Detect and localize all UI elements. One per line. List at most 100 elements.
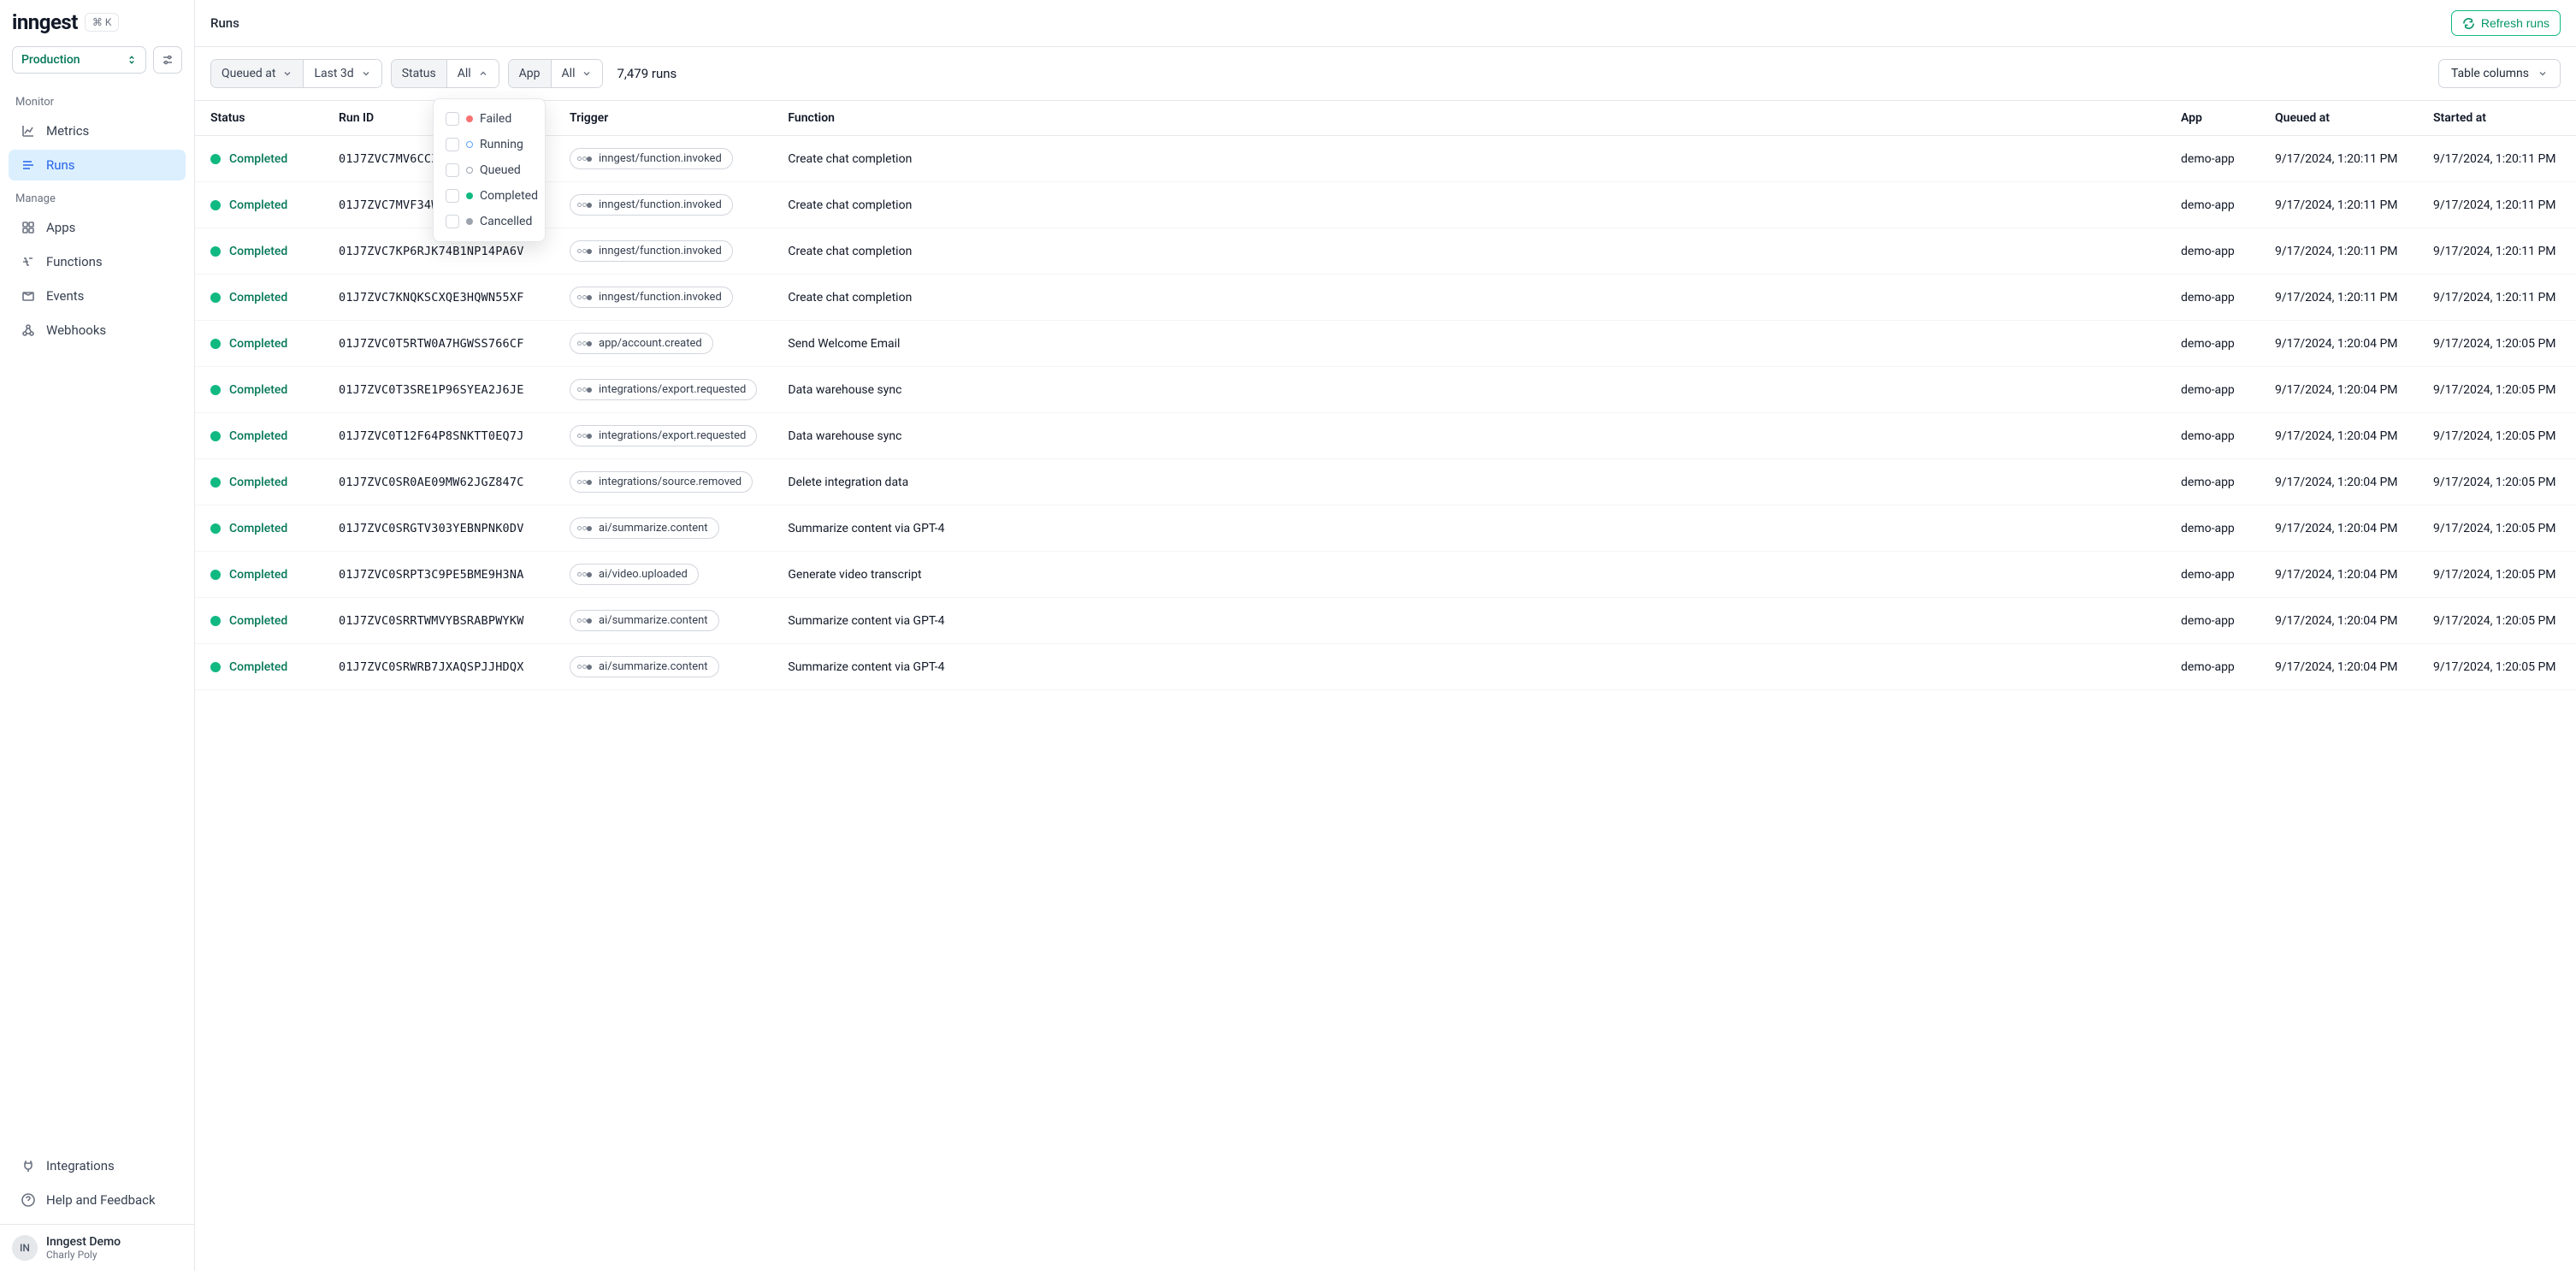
refresh-runs-button[interactable]: Refresh runs [2451,10,2561,36]
user-menu[interactable]: IN Inngest Demo Charly Poly [0,1225,194,1271]
table-row[interactable]: Completed01J7ZVC0T3SRE1P96SYEA2J6JEinteg… [195,367,2576,413]
column-header[interactable]: Status [195,101,323,136]
function-name: Delete integration data [772,459,2165,505]
checkbox[interactable] [446,189,459,203]
started-at: 9/17/2024, 1:20:05 PM [2418,505,2576,552]
queued-at: 9/17/2024, 1:20:04 PM [2260,598,2418,644]
environment-select[interactable]: Production [12,46,146,74]
function-name: Create chat completion [772,275,2165,321]
queued-at: 9/17/2024, 1:20:04 PM [2260,505,2418,552]
table-row[interactable]: Completed01J7ZVC0SRWRB7JXAQSPJJHDQXai/su… [195,644,2576,690]
status-option-cancelled[interactable]: Cancelled [440,209,538,234]
status-option-completed[interactable]: Completed [440,183,538,209]
filter-queued-label: Queued at [222,67,275,80]
table-row[interactable]: Completed01J7ZVC0SRRTWMVYBSRABPWYKWai/su… [195,598,2576,644]
brand-logo[interactable]: inngest [12,10,78,34]
status-option-failed[interactable]: Failed [440,106,538,132]
trigger-pill[interactable]: inngest/function.invoked [570,148,733,169]
filter-status-label: Status [402,67,436,80]
column-header[interactable]: Queued at [2260,101,2418,136]
queued-at: 9/17/2024, 1:20:11 PM [2260,228,2418,275]
table-row[interactable]: Completed01J7ZVC0T5RTW0A7HGWSS766CFapp/a… [195,321,2576,367]
function-name: Send Welcome Email [772,321,2165,367]
status-dot-icon [210,293,221,303]
checkbox[interactable] [446,138,459,151]
event-icon [577,387,592,393]
status-text: Completed [229,429,287,443]
started-at: 9/17/2024, 1:20:11 PM [2418,136,2576,182]
cmdk-shortcut[interactable]: ⌘ K [85,13,120,32]
nav-item-webhooks[interactable]: Webhooks [9,315,186,346]
grid-icon [21,220,36,235]
nav-item-integrations[interactable]: Integrations [9,1150,186,1181]
trigger-text: ai/summarize.content [599,614,708,627]
status-option-label: Queued [480,163,521,177]
filter-app-value: All [562,67,576,80]
nav-item-events[interactable]: Events [9,281,186,311]
chevron-updown-icon [127,55,137,65]
checkbox[interactable] [446,163,459,177]
column-header[interactable]: App [2165,101,2260,136]
page-title: Runs [210,15,239,31]
trigger-pill[interactable]: integrations/source.removed [570,471,753,493]
column-header[interactable]: Function [772,101,2165,136]
run-id: 01J7ZVC7KNQKSCXQE3HQWN55XF [339,291,539,304]
environment-settings-button[interactable] [153,46,182,74]
table-row[interactable]: Completed01J7ZVC7MV6CCZSinngest/function… [195,136,2576,182]
queued-at: 9/17/2024, 1:20:04 PM [2260,552,2418,598]
status-option-running[interactable]: Running [440,132,538,157]
trigger-pill[interactable]: ai/video.uploaded [570,564,699,585]
filter-status[interactable]: Status All [391,59,499,88]
nav-item-help[interactable]: Help and Feedback [9,1185,186,1215]
trigger-pill[interactable]: ai/summarize.content [570,656,719,677]
queued-at: 9/17/2024, 1:20:04 PM [2260,367,2418,413]
status-dot-icon [210,616,221,626]
function-name: Create chat completion [772,182,2165,228]
chevron-down-icon [582,68,592,79]
filter-app[interactable]: App All [508,59,604,88]
app-name: demo-app [2165,136,2260,182]
table-row[interactable]: Completed01J7ZVC7KNQKSCXQE3HQWN55XFinnge… [195,275,2576,321]
status-dot-icon [466,115,473,122]
table-row[interactable]: Completed01J7ZVC7MVF34WRinngest/function… [195,182,2576,228]
queued-at: 9/17/2024, 1:20:04 PM [2260,459,2418,505]
nav-item-functions[interactable]: Functions [9,246,186,277]
column-header[interactable]: Trigger [554,101,772,136]
event-icon [577,203,592,208]
app-name: demo-app [2165,598,2260,644]
run-id: 01J7ZVC0SRGTV303YEBNPNK0DV [339,522,539,535]
trigger-pill[interactable]: ai/summarize.content [570,517,719,539]
queued-at: 9/17/2024, 1:20:04 PM [2260,413,2418,459]
trigger-pill[interactable]: integrations/export.requested [570,425,757,446]
nav-item-apps[interactable]: Apps [9,212,186,243]
trigger-pill[interactable]: ai/summarize.content [570,610,719,631]
table-columns-button[interactable]: Table columns [2438,59,2561,88]
trigger-pill[interactable]: inngest/function.invoked [570,287,733,308]
trigger-pill[interactable]: app/account.created [570,333,713,354]
checkbox[interactable] [446,112,459,126]
column-header[interactable]: Started at [2418,101,2576,136]
sidebar: inngest ⌘ K Production Monitor Metrics R… [0,0,195,1271]
started-at: 9/17/2024, 1:20:05 PM [2418,644,2576,690]
checkbox[interactable] [446,215,459,228]
table-row[interactable]: Completed01J7ZVC0SRGTV303YEBNPNK0DVai/su… [195,505,2576,552]
environment-selected: Production [21,53,80,67]
table-row[interactable]: Completed01J7ZVC0SR0AE09MW62JGZ847Cinteg… [195,459,2576,505]
filter-queued[interactable]: Queued at Last 3d [210,59,382,88]
trigger-pill[interactable]: integrations/export.requested [570,379,757,400]
app-name: demo-app [2165,459,2260,505]
queued-at: 9/17/2024, 1:20:11 PM [2260,275,2418,321]
started-at: 9/17/2024, 1:20:05 PM [2418,413,2576,459]
status-option-queued[interactable]: Queued [440,157,538,183]
table-row[interactable]: Completed01J7ZVC0SRPT3C9PE5BME9H3NAai/vi… [195,552,2576,598]
table-row[interactable]: Completed01J7ZVC7KP6RJK74B1NP14PA6Vinnge… [195,228,2576,275]
trigger-pill[interactable]: inngest/function.invoked [570,194,733,216]
event-icon [577,572,592,577]
trigger-pill[interactable]: inngest/function.invoked [570,240,733,262]
nav-label: Events [46,288,84,304]
nav-item-runs[interactable]: Runs [9,150,186,180]
nav-item-metrics[interactable]: Metrics [9,115,186,146]
status-option-label: Failed [480,112,511,126]
table-row[interactable]: Completed01J7ZVC0T12F64P8SNKTT0EQ7Jinteg… [195,413,2576,459]
refresh-label: Refresh runs [2481,16,2549,30]
